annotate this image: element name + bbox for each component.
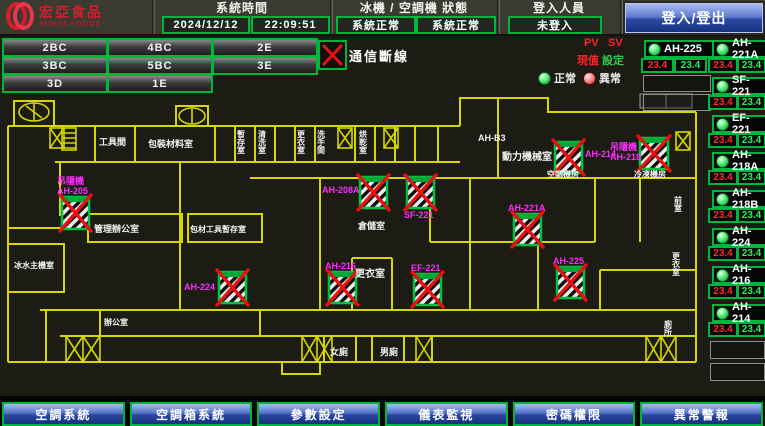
sv-value: 23.4 (737, 170, 765, 185)
sv-value: 23.4 (737, 322, 765, 337)
unit-label: 吊隱機 (57, 175, 84, 186)
pv-value: 23.4 (708, 170, 738, 185)
ahu-unit-icon-ah-216[interactable] (327, 270, 358, 305)
pv-value-ah-225: 23.4 (641, 58, 674, 73)
unit-status-led-icon (716, 269, 729, 282)
room-label: 烘乾室 (359, 129, 368, 155)
pv-value: 23.4 (708, 133, 738, 148)
hmi-screen: 宏亞食品 HUNYA FOODS 系統時間 冰機 / 空調機 狀態 登入人員 2… (0, 0, 765, 426)
pv-value: 23.4 (708, 58, 738, 73)
sv-value-ah-225: 23.4 (674, 58, 707, 73)
sv-value: 23.4 (737, 284, 765, 299)
room-label: AH-B3 (478, 133, 506, 143)
room-label: 倉儲室 (357, 220, 385, 231)
unit-status-led-icon (716, 155, 729, 168)
room-label: 冰水主機室 (14, 260, 54, 270)
room-label: 男廁 (380, 346, 398, 357)
pv-value: 23.4 (708, 95, 738, 110)
room-label: 包裝材料室 (147, 138, 193, 149)
nav-ahu-system-button[interactable]: 空調箱系統 (130, 402, 253, 426)
ahu-unit-icon-ef-221[interactable] (412, 272, 443, 307)
stair-x-icon (66, 336, 100, 362)
equipment-labels: 吊隱機 AH-205 AH-208A SF-221 AH-214 吊隱機 AH-… (57, 141, 641, 292)
unit-status-led-icon (716, 43, 729, 56)
sv-value: 23.4 (737, 58, 765, 73)
ahu-unit-icon-ah-225[interactable] (555, 265, 586, 300)
room-label: 動力機械室 (502, 150, 552, 163)
unit-label: AH-224 (184, 282, 215, 292)
pv-value: 23.4 (708, 208, 738, 223)
stair-x-icon (646, 336, 676, 362)
room-label: 冷凍機房 (634, 169, 666, 179)
room-label: 更衣室 (671, 251, 681, 277)
sidebar-unit-ah-218b[interactable]: AH-218B (712, 190, 765, 208)
room-label: 更衣室 (355, 267, 385, 280)
door-icons (50, 128, 690, 362)
bottom-nav: 空調系統 空調箱系統 參數設定 儀表監視 密碼權限 異常警報 (2, 402, 763, 426)
room-label: 包材工具暫存室 (189, 224, 246, 234)
sidebar-unit-ah-218a[interactable]: AH-218A (712, 152, 765, 170)
unit-label: 吊隱機 (610, 141, 637, 152)
nav-meter-monitor-button[interactable]: 儀表監視 (385, 402, 508, 426)
room-label: 前室 (674, 195, 683, 213)
unit-status-led-icon (648, 43, 661, 56)
sv-value: 23.4 (737, 208, 765, 223)
nav-password-auth-button[interactable]: 密碼權限 (513, 402, 636, 426)
empty-slot (643, 94, 711, 111)
pv-value: 23.4 (708, 246, 738, 261)
sv-value: 23.4 (737, 246, 765, 261)
unit-label: AH-205 (57, 186, 88, 196)
room-label: 清洗室 (258, 129, 267, 155)
sidebar-unit-ah-225[interactable]: AH-225 (644, 40, 714, 58)
room-label: 暫存室 (237, 129, 246, 155)
empty-slot (710, 341, 765, 359)
unit-status-led-icon (716, 193, 729, 206)
ahu-unit-icon-ah-224[interactable] (217, 270, 248, 305)
unit-label: SF-221 (404, 210, 434, 220)
room-label: 空調機房 (547, 169, 579, 179)
room-label: 女廁 (330, 346, 348, 357)
ahu-unit-icon-sf-221[interactable] (405, 175, 436, 210)
unit-status-led-icon (716, 231, 729, 244)
empty-slot (710, 363, 765, 381)
sidebar-unit-sf-221[interactable]: SF-221 (712, 77, 765, 95)
door-x-icon (416, 336, 432, 362)
door-x-icon (676, 132, 690, 150)
room-label: 工具間 (99, 137, 126, 147)
unit-name: AH-225 (664, 43, 702, 55)
door-x-icon (338, 128, 352, 148)
room-label: 更衣室 (296, 129, 306, 155)
room-label: 辦公室 (104, 317, 128, 327)
sidebar-unit-ah-221a[interactable]: AH-221A (712, 40, 765, 58)
pv-value: 23.4 (708, 284, 738, 299)
unit-label: EF-221 (411, 263, 441, 273)
sv-value: 23.4 (737, 133, 765, 148)
sidebar-unit-ah-224[interactable]: AH-224 (712, 228, 765, 246)
empty-slot (643, 75, 711, 92)
pv-value: 23.4 (708, 322, 738, 337)
room-label: 洗手間 (317, 129, 326, 155)
unit-label: AH-216 (325, 261, 356, 271)
room-label: 管理辦公室 (94, 223, 139, 234)
unit-label: AH-218 (610, 152, 641, 162)
ahu-unit-icon-ah-208a[interactable] (358, 175, 389, 210)
ahu-unit-icon-ah-218[interactable] (638, 136, 670, 171)
unit-status-led-icon (716, 80, 729, 93)
ahu-unit-icon-ah-205[interactable] (60, 195, 91, 231)
nav-alarm-button[interactable]: 異常警報 (640, 402, 763, 426)
nav-ac-system-button[interactable]: 空調系統 (2, 402, 125, 426)
nav-parameter-set-button[interactable]: 參數設定 (257, 402, 380, 426)
unit-label: AH-225 (553, 256, 584, 266)
sv-value: 23.4 (737, 95, 765, 110)
stair-x-icon (302, 336, 332, 362)
room-label: 廁所 (664, 319, 673, 337)
unit-status-led-icon (716, 307, 729, 320)
unit-status-led-icon (716, 118, 729, 131)
unit-label: AH-208A (322, 185, 360, 195)
sidebar-unit-ef-221[interactable]: EF-221 (712, 115, 765, 133)
sidebar-unit-ah-214[interactable]: AH-214 (712, 304, 765, 322)
unit-label: AH-221A (508, 203, 546, 213)
sidebar-unit-ah-216[interactable]: AH-216 (712, 266, 765, 284)
ahu-unit-icon-ah-221a[interactable] (512, 212, 543, 247)
